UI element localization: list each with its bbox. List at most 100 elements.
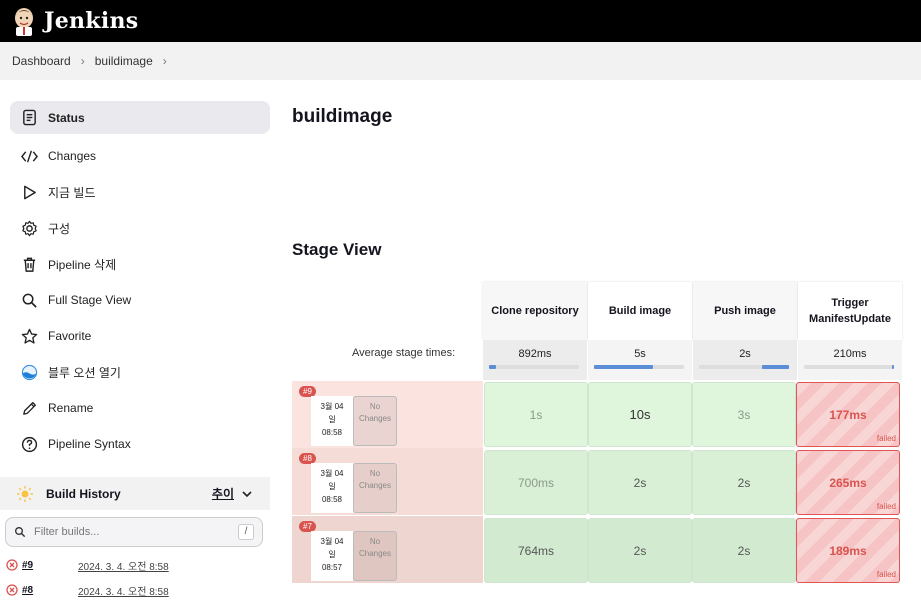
page-title: buildimage <box>292 106 393 127</box>
sidebar-item-label: Favorite <box>48 329 92 343</box>
average-time-cell: 5s <box>588 340 692 380</box>
stage-cell[interactable]: 10s <box>588 382 692 447</box>
star-icon <box>20 327 38 345</box>
build-date-weekday: 일 <box>328 482 336 491</box>
chevron-right-icon: › <box>80 54 85 68</box>
trend-label: 추이 <box>211 487 234 501</box>
build-date-link[interactable]: 2024. 3. 4. 오전 8:58 <box>78 558 169 573</box>
trash-icon <box>20 255 38 273</box>
code-icon <box>20 147 38 165</box>
pencil-icon <box>20 399 38 417</box>
average-stage-times-label: Average stage times: <box>352 347 456 359</box>
chevron-right-icon[interactable]: › <box>163 54 167 68</box>
stage-cell-value: 189ms <box>829 543 867 558</box>
failed-status-icon <box>6 584 18 596</box>
build-history-row[interactable]: #8 2024. 3. 4. 오전 8:58 <box>0 579 270 600</box>
average-time-cell: 892ms <box>483 340 587 380</box>
build-date-day: 3월 04 <box>320 537 344 546</box>
sidebar-item-full-stage-view[interactable]: Full Stage View <box>10 282 270 318</box>
blue-ocean-icon <box>20 363 38 381</box>
gear-icon <box>20 219 38 237</box>
build-number-link[interactable]: #9 <box>22 560 78 571</box>
build-row-info: #9 3월 04 일 08:58 No Changes <box>292 381 483 448</box>
build-history-title: Build History <box>46 486 121 501</box>
sidebar: Status Changes 지금 빌드 구성 Pipeline 삭제 Full… <box>10 101 270 462</box>
stage-cell-value: 265ms <box>829 475 867 490</box>
breadcrumb-buildimage[interactable]: buildimage <box>95 54 153 68</box>
stage-cell-failed[interactable]: 265ms failed <box>796 450 900 515</box>
sidebar-item-configure[interactable]: 구성 <box>10 210 270 246</box>
sidebar-item-label: 지금 빌드 <box>48 185 96 200</box>
stage-view: Average stage times: Clone repository Bu… <box>292 282 921 600</box>
stage-cell[interactable]: 1s <box>484 382 588 447</box>
stage-header: Build image <box>588 282 692 340</box>
build-date-time: 08:57 <box>321 563 343 572</box>
stage-header: Clone repository <box>483 282 587 340</box>
no-changes-box[interactable]: No Changes <box>353 463 397 513</box>
build-date: 3월 04 일 08:58 <box>311 463 353 513</box>
stage-cell[interactable]: 2s <box>588 518 692 583</box>
filter-builds-input[interactable]: Filter builds... / <box>5 517 263 547</box>
sidebar-item-label: Full Stage View <box>48 293 132 307</box>
build-date: 3월 04 일 08:57 <box>311 531 353 581</box>
filter-placeholder: Filter builds... <box>34 526 100 538</box>
stage-cell-value: 177ms <box>829 407 867 422</box>
build-row: #7 3월 04 일 08:57 No Changes 764ms 2s 2s … <box>292 516 921 583</box>
stage-cell[interactable]: 2s <box>588 450 692 515</box>
stage-cell[interactable]: 2s <box>692 518 796 583</box>
keyboard-shortcut-hint: / <box>238 524 254 540</box>
sidebar-item-label: Pipeline Syntax <box>48 437 131 451</box>
brand-name[interactable]: Jenkins <box>44 8 138 34</box>
build-number-link[interactable]: #8 <box>22 585 78 596</box>
sidebar-item-rename[interactable]: Rename <box>10 390 270 426</box>
average-time-bar <box>489 365 579 369</box>
search-icon <box>20 291 38 309</box>
stage-cell[interactable]: 2s <box>692 450 796 515</box>
failed-status-icon <box>6 559 18 571</box>
stage-cell-failed[interactable]: 177ms failed <box>796 382 900 447</box>
average-time-cell: 2s <box>693 340 797 380</box>
failed-label: failed <box>876 570 896 579</box>
sidebar-item-favorite[interactable]: Favorite <box>10 318 270 354</box>
average-time-bar <box>594 365 684 369</box>
status-icon <box>20 109 38 127</box>
average-time-bar-fill <box>762 365 789 369</box>
breadcrumb-dashboard[interactable]: Dashboard <box>12 54 71 68</box>
build-row: #8 3월 04 일 08:58 No Changes 700ms 2s 2s … <box>292 448 921 515</box>
stage-cell[interactable]: 3s <box>692 382 796 447</box>
trend-dropdown[interactable]: 추이 <box>212 485 252 502</box>
build-history-header: Build History 추이 <box>0 477 270 510</box>
stage-cell-failed[interactable]: 189ms failed <box>796 518 900 583</box>
build-date-link[interactable]: 2024. 3. 4. 오전 8:58 <box>78 583 169 598</box>
sidebar-item-label: Pipeline 삭제 <box>48 257 117 272</box>
average-time-cell: 210ms <box>798 340 902 380</box>
breadcrumb: Dashboard › buildimage › <box>0 42 921 80</box>
sidebar-item-build-now[interactable]: 지금 빌드 <box>10 174 270 210</box>
stage-cell[interactable]: 700ms <box>484 450 588 515</box>
sidebar-item-blue-ocean[interactable]: 블루 오션 열기 <box>10 354 270 390</box>
sun-weather-icon <box>17 485 33 502</box>
jenkins-logo-icon[interactable] <box>12 6 36 36</box>
build-history-row[interactable]: #9 2024. 3. 4. 오전 8:58 <box>0 554 270 576</box>
average-time-bar <box>699 365 789 369</box>
sidebar-item-pipeline-syntax[interactable]: Pipeline Syntax <box>10 426 270 462</box>
average-time-bar <box>804 365 894 369</box>
sidebar-item-changes[interactable]: Changes <box>10 138 270 174</box>
sidebar-item-label: 구성 <box>48 221 71 236</box>
build-date: 3월 04 일 08:58 <box>311 396 353 446</box>
stage-cell[interactable]: 764ms <box>484 518 588 583</box>
build-row-info: #8 3월 04 일 08:58 No Changes <box>292 448 483 515</box>
stage-header: Push image <box>693 282 797 340</box>
average-time-bar-fill <box>892 365 894 369</box>
build-date-weekday: 일 <box>328 550 336 559</box>
sidebar-item-status[interactable]: Status <box>10 101 270 134</box>
no-changes-box[interactable]: No Changes <box>353 396 397 446</box>
sidebar-item-delete-pipeline[interactable]: Pipeline 삭제 <box>10 246 270 282</box>
sidebar-item-label: 블루 오션 열기 <box>48 365 121 380</box>
sidebar-item-label: Rename <box>48 401 94 415</box>
no-changes-box[interactable]: No Changes <box>353 531 397 581</box>
sidebar-item-label: Status <box>48 110 85 125</box>
chevron-down-icon <box>242 490 252 497</box>
top-header: Jenkins <box>0 0 921 42</box>
build-row-info: #7 3월 04 일 08:57 No Changes <box>292 516 483 583</box>
